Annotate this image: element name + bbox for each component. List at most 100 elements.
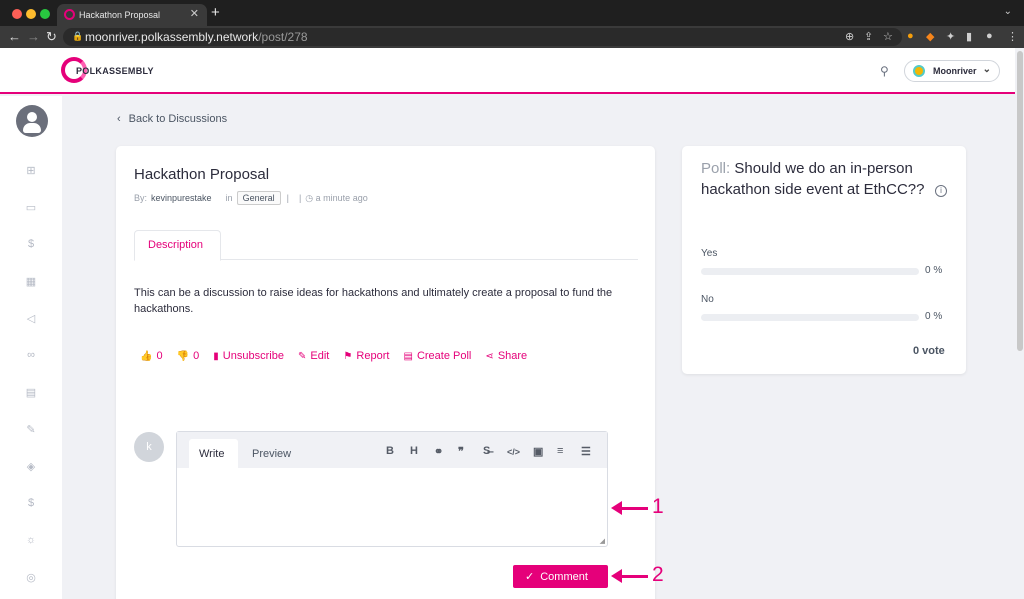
treasury-icon[interactable]: $ bbox=[22, 238, 40, 250]
editor-toolbar: Write Preview B H ⚭ ❞ S̶ </> ▣ ≡ ☰ bbox=[177, 432, 607, 469]
post-actions: 👍 0 👎 0 ▮ Unsubscribe ✎ Edit ⚑ Report ▤ Create… bbox=[140, 350, 538, 362]
image-icon[interactable]: ▣ bbox=[533, 445, 543, 458]
tab-description[interactable]: Description bbox=[134, 230, 221, 261]
logo-text[interactable]: POLKASSEMBLY bbox=[76, 66, 154, 76]
motions-icon[interactable]: ☼ bbox=[22, 534, 40, 546]
unsubscribe-button[interactable]: ▮ Unsubscribe bbox=[213, 350, 284, 362]
url-path: /post/278 bbox=[258, 30, 308, 44]
page-scrollbar[interactable] bbox=[1015, 48, 1024, 599]
close-tab-icon[interactable]: ✕ bbox=[190, 7, 199, 20]
thumbs-up-icon: 👍 bbox=[140, 351, 153, 362]
resize-grip-icon[interactable]: ◢ bbox=[600, 537, 605, 545]
report-button[interactable]: ⚑ Report bbox=[343, 350, 389, 362]
share-button[interactable]: ⋖ Share bbox=[485, 350, 527, 362]
puzzle-icon[interactable]: ✦ bbox=[946, 30, 955, 43]
in-label: in bbox=[225, 193, 233, 203]
zoom-icon[interactable]: ⊕ bbox=[845, 30, 854, 43]
dislike-count: 0 bbox=[193, 350, 200, 362]
check-icon: ✓ bbox=[525, 571, 535, 583]
author-link[interactable]: kevinpurestake bbox=[151, 193, 212, 203]
avatar[interactable] bbox=[16, 105, 48, 137]
create-poll-label: Create Poll bbox=[416, 350, 472, 362]
site-header: POLKASSEMBLY ⚲ Moonriver ⌄ bbox=[0, 48, 1024, 94]
separator-2: | bbox=[298, 193, 302, 203]
forward-arrow-icon[interactable]: → bbox=[27, 29, 40, 44]
sidebar: ⊞ ▭ $ ▦ ◁ ∞ ▤ ✎ ◈ $ ☼ ◎ bbox=[0, 96, 62, 599]
share-label: Share bbox=[497, 350, 528, 362]
share-icon[interactable]: ⇪ bbox=[864, 30, 873, 43]
bold-icon[interactable]: B bbox=[386, 445, 394, 457]
tab-write[interactable]: Write bbox=[189, 439, 238, 469]
search-icon[interactable]: ⚲ bbox=[880, 64, 889, 78]
annotation-arrow-2 bbox=[620, 575, 648, 578]
link-icon[interactable]: ⚭ bbox=[434, 445, 443, 458]
council-icon[interactable]: ✎ bbox=[22, 423, 40, 436]
sidebar-icon[interactable]: ▮ bbox=[966, 30, 972, 43]
share-icon: ⋖ bbox=[485, 351, 494, 362]
poll-option-yes-bar[interactable] bbox=[701, 268, 919, 275]
calendar-icon[interactable]: ▦ bbox=[22, 275, 40, 288]
heading-icon[interactable]: H bbox=[410, 445, 418, 457]
quote-icon[interactable]: ❞ bbox=[458, 445, 464, 458]
poll-label: Poll: bbox=[701, 160, 731, 177]
back-link-label: Back to Discussions bbox=[128, 113, 228, 125]
close-window-button[interactable] bbox=[12, 9, 22, 19]
strikethrough-icon[interactable]: S̶ bbox=[483, 445, 490, 457]
tab-search-icon[interactable]: ⌄ bbox=[1004, 6, 1012, 17]
tips-icon[interactable]: $ bbox=[22, 497, 40, 509]
overview-icon[interactable]: ⊞ bbox=[22, 164, 40, 177]
tab-preview[interactable]: Preview bbox=[252, 448, 291, 460]
referenda-icon[interactable]: ▤ bbox=[22, 386, 40, 399]
info-icon[interactable]: i bbox=[935, 185, 947, 197]
like-button[interactable]: 👍 0 bbox=[140, 350, 163, 362]
favicon-icon bbox=[64, 9, 75, 20]
fox-icon[interactable]: ◆ bbox=[926, 30, 934, 43]
unsubscribe-label: Unsubscribe bbox=[222, 350, 284, 362]
reload-icon[interactable]: ↻ bbox=[46, 29, 57, 45]
address-bar[interactable]: 🔒 moonriver.polkassembly.network/post/27… bbox=[63, 28, 902, 46]
dislike-button[interactable]: 👎 0 bbox=[177, 350, 200, 362]
comment-textarea[interactable] bbox=[177, 468, 607, 546]
poll-option-no-label: No bbox=[701, 294, 714, 305]
bookmark-icon: ▮ bbox=[213, 351, 219, 362]
network-selector[interactable]: Moonriver ⌄ bbox=[904, 60, 1000, 82]
announcements-icon[interactable]: ◁ bbox=[22, 312, 40, 325]
more-icon[interactable]: ⋮ bbox=[1007, 30, 1018, 43]
code-icon[interactable]: </> bbox=[507, 447, 520, 457]
scrollbar-thumb[interactable] bbox=[1017, 51, 1023, 351]
ordered-list-icon[interactable]: ≡ bbox=[557, 445, 563, 457]
back-arrow-icon[interactable]: ← bbox=[8, 29, 21, 44]
poll-option-no-bar[interactable] bbox=[701, 314, 919, 321]
new-tab-button[interactable]: + bbox=[211, 4, 220, 21]
poll-option-yes-label: Yes bbox=[701, 248, 718, 259]
like-count: 0 bbox=[156, 350, 163, 362]
discussions-icon[interactable]: ▭ bbox=[22, 201, 40, 214]
tab-title: Hackathon Proposal bbox=[79, 10, 161, 20]
edit-icon: ✎ bbox=[298, 351, 307, 362]
browser-tab[interactable]: Hackathon Proposal ✕ bbox=[57, 4, 207, 26]
annotation-number-1: 1 bbox=[652, 495, 664, 518]
url-domain: moonriver.polkassembly.network bbox=[85, 30, 259, 44]
network-label: Moonriver bbox=[933, 66, 977, 76]
comment-button-label: Comment bbox=[540, 571, 588, 583]
comment-button[interactable]: ✓ Comment bbox=[513, 565, 608, 588]
star-icon[interactable]: ☆ bbox=[883, 30, 893, 43]
avatar-head bbox=[27, 112, 37, 122]
separator: | bbox=[286, 193, 289, 203]
bounties-icon[interactable]: ◎ bbox=[22, 571, 40, 584]
profile-icon[interactable]: ● bbox=[986, 30, 993, 42]
unordered-list-icon[interactable]: ☰ bbox=[581, 445, 591, 458]
maximize-window-button[interactable] bbox=[40, 9, 50, 19]
comment-editor: Write Preview B H ⚭ ❞ S̶ </> ▣ ≡ ☰ ◢ bbox=[176, 431, 608, 547]
back-to-discussions-link[interactable]: ‹ Back to Discussions bbox=[117, 113, 227, 125]
create-poll-button[interactable]: ▤ Create Poll bbox=[403, 350, 471, 362]
links-icon[interactable]: ∞ bbox=[22, 349, 40, 361]
tech-committee-icon[interactable]: ◈ bbox=[22, 460, 40, 473]
report-label: Report bbox=[356, 350, 390, 362]
topic-tag[interactable]: General bbox=[236, 191, 281, 205]
minimize-window-button[interactable] bbox=[26, 9, 36, 19]
browser-tabbar: Hackathon Proposal ✕ + ⌄ bbox=[0, 0, 1024, 26]
poll-option-yes-percent: 0 % bbox=[925, 265, 943, 276]
extension-icon[interactable]: ● bbox=[907, 30, 914, 42]
edit-button[interactable]: ✎ Edit bbox=[298, 350, 329, 362]
